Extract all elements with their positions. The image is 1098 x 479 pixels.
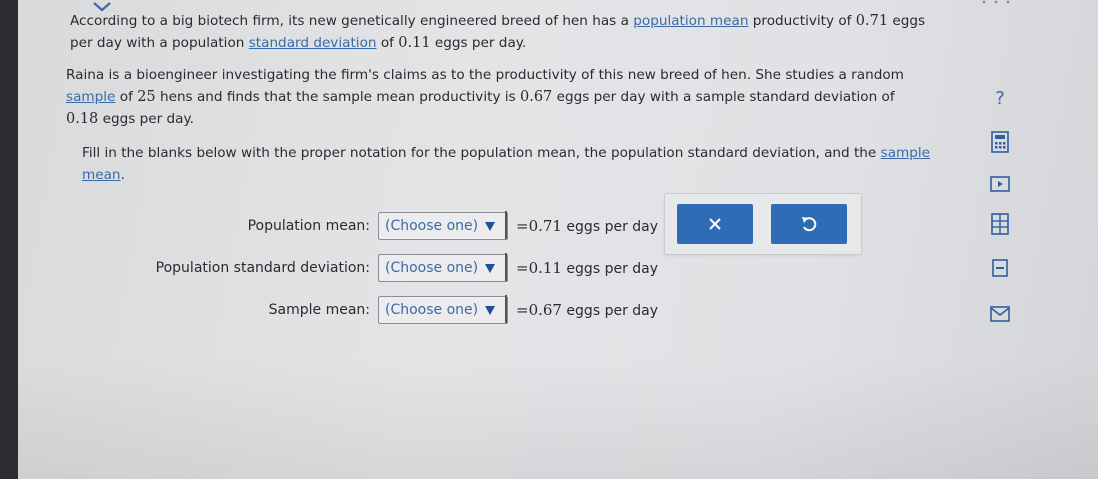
text: . [120,167,125,183]
row-label: Population standard deviation: [155,260,370,276]
select-value: (Choose one) [385,302,479,318]
text: of [376,35,399,51]
equation: =0.71 eggs per day [516,217,658,235]
sample-link[interactable]: sample [66,89,115,105]
value: 0.18 [66,111,99,127]
video-icon [990,176,1010,192]
glossary-icon [992,259,1008,277]
population-mean-link[interactable]: population mean [633,13,748,29]
mail-icon [990,306,1010,322]
undo-icon [802,217,817,232]
dropdown-arrow-icon [485,305,495,315]
help-button[interactable]: ? [986,86,1014,110]
cursor-bar [505,211,507,239]
text: eggs per day. [98,111,194,127]
messages-button[interactable] [986,302,1014,326]
select-value: (Choose one) [385,260,479,276]
sample-mean-select[interactable]: (Choose one) [378,295,508,324]
value: 0.11 [398,35,431,51]
row-label: Population mean: [247,218,370,234]
value: 25 [137,89,156,105]
equals-sign: = [516,259,529,277]
data-table-button[interactable] [986,212,1014,236]
row-label: Sample mean: [268,302,370,318]
equals-sign: = [516,217,529,235]
equation: =0.67 eggs per day [516,301,658,319]
text: of [115,89,138,105]
help-icon: ? [995,87,1005,109]
value: 0.71 [855,13,889,29]
unit: eggs per day [561,219,659,235]
text: Fill in the blanks below with the proper… [82,145,881,161]
population-mean-select[interactable]: (Choose one) [378,211,508,240]
unit: eggs per day [561,261,659,277]
answer-tools-panel [664,193,862,255]
cursor-bar [505,295,507,323]
x-icon [709,218,721,230]
value: 0.67 [520,89,553,105]
unit: eggs per day [561,303,659,319]
text: productivity of [748,13,856,29]
calculator-icon [991,131,1009,153]
data-table-icon [991,213,1009,235]
standard-deviation-link[interactable]: standard deviation [249,35,377,51]
text: eggs per day with a sample standard devi… [552,89,895,105]
calculator-button[interactable] [986,130,1014,154]
undo-button[interactable] [771,204,847,244]
instructions: Fill in the blanks below with the proper… [82,142,942,186]
dropdown-arrow-icon [485,221,495,231]
value: 0.71 [528,217,562,235]
text: eggs per day. [430,35,527,51]
video-button[interactable] [986,172,1014,196]
problem-paragraph-1: According to a big biotech firm, its new… [70,10,930,54]
dots-icon [982,0,1010,4]
text: According to a big biotech firm, its new… [70,13,634,29]
text: hens and finds that the sample mean prod… [155,89,520,105]
value: 0.11 [528,259,562,277]
select-value: (Choose one) [385,218,479,234]
clear-button[interactable] [677,204,753,244]
glossary-button[interactable] [986,256,1014,280]
equals-sign: = [516,301,529,319]
equation: =0.11 eggs per day [516,259,658,277]
value: 0.67 [528,301,562,319]
text: Raina is a bioengineer investigating the… [66,67,904,83]
cursor-bar [505,253,507,281]
problem-paragraph-2: Raina is a bioengineer investigating the… [66,64,926,130]
dropdown-arrow-icon [485,263,495,273]
population-sd-select[interactable]: (Choose one) [378,253,508,282]
